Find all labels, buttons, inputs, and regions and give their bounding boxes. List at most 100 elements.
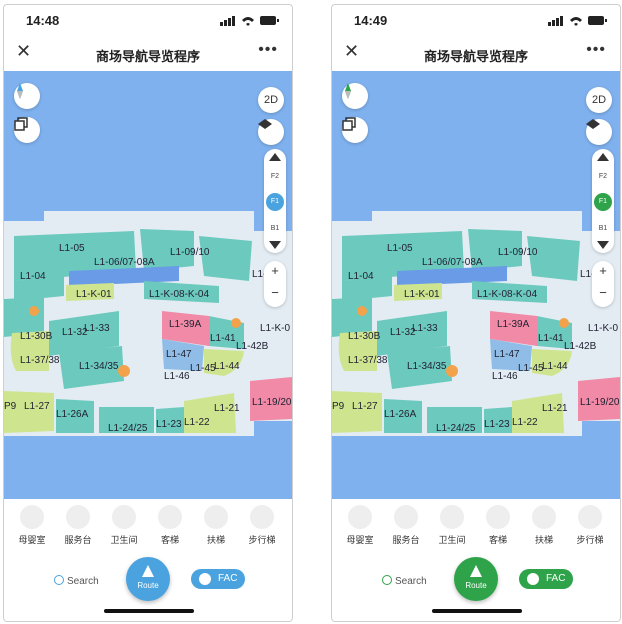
facility-restroom[interactable]: 卫生间: [432, 505, 472, 546]
floor-map[interactable]: L1-05 L1-06/07-08A L1-09/10 L1-04 L1-14 …: [332, 71, 620, 499]
layers-button[interactable]: [14, 117, 40, 143]
facility-escalator[interactable]: 扶梯: [524, 505, 564, 546]
room-label: L1-06/07-08A: [422, 257, 483, 268]
room-label: L1-K-08-K-04: [149, 289, 210, 300]
elevator-icon: [486, 505, 510, 529]
room-label: L1-42B: [236, 341, 269, 352]
facility-nursing-room[interactable]: 母婴室: [340, 505, 380, 546]
room-label: P9: [4, 401, 17, 412]
stairs-icon: [578, 505, 602, 529]
room-label: L1-K-0: [588, 323, 619, 334]
room-label: P9: [332, 401, 345, 412]
fac-button[interactable]: FAC: [519, 569, 573, 589]
room-label: L1-34/35: [407, 361, 447, 372]
escalator-icon: [532, 505, 556, 529]
room-label: L1-41: [538, 333, 564, 344]
nav-bar: ✕ 商场导航导览程序 •••: [4, 37, 292, 71]
facility-stairs[interactable]: 步行梯: [570, 505, 610, 546]
navigation-arrow-icon: [142, 565, 154, 577]
compass-button[interactable]: [342, 83, 368, 109]
map-canvas[interactable]: [4, 71, 292, 499]
facility-restroom[interactable]: 卫生间: [104, 505, 144, 546]
route-button[interactable]: Route: [454, 557, 498, 601]
floor-option[interactable]: F2: [592, 173, 614, 180]
floor-option-active[interactable]: F1: [266, 193, 284, 211]
room-label: L1-23: [484, 419, 510, 430]
facility-nursing-room[interactable]: 母婴室: [12, 505, 52, 546]
room-label: L1-23: [156, 419, 182, 430]
phone-screen-right: 14:49 ✕ 商场导航导览程序 ••• L1-05 L1-06/07-08A …: [331, 4, 621, 622]
room-label: L1-K-08-K-04: [477, 289, 538, 300]
room-label: L1-04: [20, 271, 46, 282]
facility-bar: 母婴室 服务台 卫生间 客梯 扶梯 步行梯: [4, 499, 292, 551]
locate-button[interactable]: [258, 119, 284, 145]
search-icon: [54, 575, 64, 585]
floor-selector[interactable]: F2 F1 B1: [592, 149, 614, 253]
floor-selector[interactable]: F2 F1 B1: [264, 149, 286, 253]
locate-icon: [586, 119, 600, 129]
more-icon[interactable]: •••: [586, 41, 606, 59]
room-label: L1-37/38: [348, 355, 388, 366]
search-icon: [382, 575, 392, 585]
view-mode-button[interactable]: 2D: [258, 87, 284, 113]
facility-bar: 母婴室 服务台 卫生间 客梯 扶梯 步行梯: [332, 499, 620, 551]
fac-label: FAC: [546, 573, 566, 584]
layers-button[interactable]: [342, 117, 368, 143]
floor-down-icon[interactable]: [269, 241, 281, 249]
layers-icon: [342, 117, 356, 131]
room-label: L1-05: [59, 243, 85, 254]
facility-stairs[interactable]: 步行梯: [242, 505, 282, 546]
room-label: L1-K-01: [76, 289, 112, 300]
zoom-out-button[interactable]: −: [592, 285, 614, 300]
room-label: L1-04: [348, 271, 374, 282]
compass-button[interactable]: [14, 83, 40, 109]
room-label: L1-42B: [564, 341, 597, 352]
route-label: Route: [465, 581, 487, 590]
facility-escalator[interactable]: 扶梯: [196, 505, 236, 546]
status-time: 14:48: [26, 13, 60, 28]
floor-up-icon[interactable]: [269, 153, 281, 161]
search-button[interactable]: Search: [54, 575, 99, 587]
facility-service-desk[interactable]: 服务台: [386, 505, 426, 546]
facility-elevator[interactable]: 客梯: [150, 505, 190, 546]
baby-icon: [20, 505, 44, 529]
restroom-icon: [112, 505, 136, 529]
search-label: Search: [395, 576, 427, 587]
floor-option[interactable]: B1: [264, 225, 286, 232]
room-label: L1-33: [84, 323, 110, 334]
facility-service-desk[interactable]: 服务台: [58, 505, 98, 546]
status-bar: 14:49: [332, 5, 620, 35]
floor-map[interactable]: L1-05 L1-06/07-08A L1-09/10 L1-04 L1-14 …: [4, 71, 292, 499]
floor-option[interactable]: F2: [264, 173, 286, 180]
facility-elevator[interactable]: 客梯: [478, 505, 518, 546]
map-canvas[interactable]: [332, 71, 620, 499]
floor-up-icon[interactable]: [597, 153, 609, 161]
fac-button[interactable]: FAC: [191, 569, 245, 589]
zoom-in-button[interactable]: +: [592, 263, 614, 278]
more-icon[interactable]: •••: [258, 41, 278, 59]
zoom-in-button[interactable]: +: [264, 263, 286, 278]
room-label: L1-47: [494, 349, 520, 360]
floor-down-icon[interactable]: [597, 241, 609, 249]
room-label: L1-44: [542, 361, 568, 372]
elevator-icon: [158, 505, 182, 529]
service-desk-icon: [66, 505, 90, 529]
zoom-out-button[interactable]: −: [264, 285, 286, 300]
room-label: L1-39A: [497, 319, 530, 330]
view-mode-button[interactable]: 2D: [586, 87, 612, 113]
room-label: L1-27: [352, 401, 378, 412]
grid-icon: [199, 573, 211, 585]
home-indicator: [104, 609, 194, 613]
floor-option-active[interactable]: F1: [594, 193, 612, 211]
room-label: L1-45: [518, 363, 544, 374]
restroom-icon: [440, 505, 464, 529]
room-label: L1-26A: [384, 409, 417, 420]
room-label: L1-21: [542, 403, 568, 414]
route-button[interactable]: Route: [126, 557, 170, 601]
layers-icon: [14, 117, 28, 131]
locate-button[interactable]: [586, 119, 612, 145]
floor-option[interactable]: B1: [592, 225, 614, 232]
room-label: L1-45: [190, 363, 216, 374]
search-button[interactable]: Search: [382, 575, 427, 587]
page-title: 商场导航导览程序: [423, 49, 528, 64]
